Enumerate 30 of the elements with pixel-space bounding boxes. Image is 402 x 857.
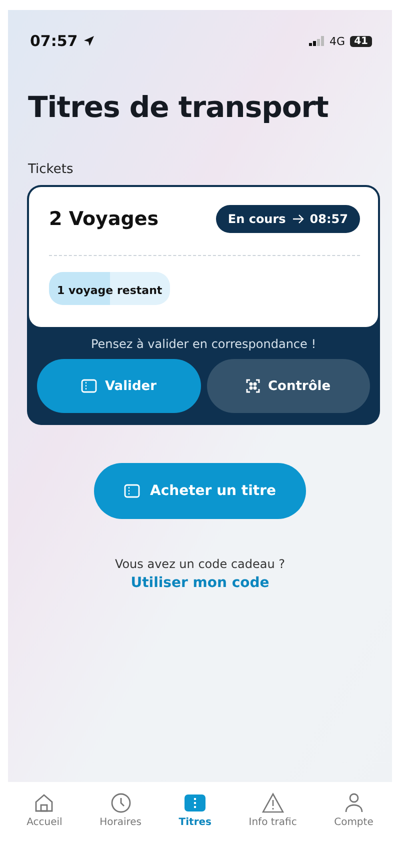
home-icon bbox=[33, 792, 56, 814]
scan-icon bbox=[246, 379, 260, 393]
tab-item[interactable]: Titres bbox=[174, 792, 216, 836]
tab-item[interactable]: Horaires bbox=[96, 792, 146, 836]
ticket-icon bbox=[184, 792, 206, 814]
status-time: 07:57 bbox=[30, 32, 78, 50]
remaining-label: 1 voyage restant bbox=[57, 284, 162, 297]
battery-level: 41 bbox=[350, 36, 372, 46]
status-badge: En cours 08:57 bbox=[216, 205, 360, 233]
gift-code-question: Vous avez un code cadeau ? bbox=[114, 557, 286, 571]
ticket-name: 2 Voyages bbox=[49, 208, 159, 230]
ticket-icon bbox=[80, 379, 97, 393]
tab-item[interactable]: Compte bbox=[330, 792, 378, 836]
validate-button[interactable]: Valider bbox=[37, 359, 200, 413]
clock-icon bbox=[110, 792, 132, 814]
page-title: Titres de transport bbox=[28, 90, 330, 124]
validation-hint: Pensez à valider en correspondance ! bbox=[90, 337, 318, 351]
section-title: Tickets bbox=[28, 162, 74, 177]
network-label: 4G bbox=[330, 34, 346, 48]
use-code-link[interactable]: Utiliser mon code bbox=[130, 575, 270, 591]
buy-ticket-button[interactable]: Acheter un titre bbox=[94, 463, 306, 519]
tab-item[interactable]: Info trafic bbox=[244, 792, 301, 836]
control-button[interactable]: Contrôle bbox=[206, 359, 370, 413]
location-arrow-icon bbox=[82, 35, 95, 47]
user-icon bbox=[342, 792, 365, 814]
signal-icon bbox=[308, 36, 325, 46]
ticket-icon bbox=[124, 484, 140, 498]
tab-item[interactable]: Accueil bbox=[22, 792, 66, 836]
warning-icon bbox=[262, 792, 284, 814]
arrow-right-icon bbox=[292, 214, 304, 224]
